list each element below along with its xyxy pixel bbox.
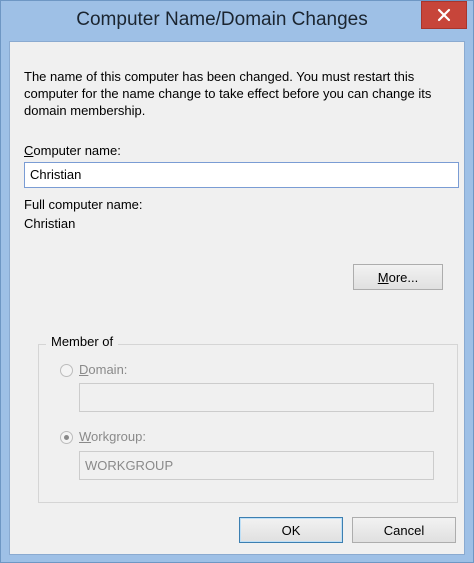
workgroup-input[interactable]: WORKGROUP [79,451,434,480]
domain-radio-label[interactable]: Domain: [79,362,127,377]
computer-name-input[interactable]: Christian [24,162,459,188]
close-button[interactable] [421,1,467,29]
domain-input[interactable] [79,383,434,412]
radio-selected-dot [64,435,69,440]
close-icon [437,8,451,22]
cancel-button[interactable]: Cancel [352,517,456,543]
more-button[interactable]: More... [353,264,443,290]
window-title: Computer Name/Domain Changes [76,9,368,30]
title-bar[interactable]: Computer Name/Domain Changes [1,1,473,41]
full-computer-name-value: Christian [24,216,76,231]
member-of-legend: Member of [46,334,119,349]
ok-button[interactable]: OK [239,517,343,543]
workgroup-radio-label[interactable]: Workgroup: [79,429,146,444]
computer-name-label: Computer name: [24,143,121,158]
workgroup-radio[interactable] [60,431,73,444]
domain-radio[interactable] [60,364,73,377]
dialog-body: The name of this computer has been chang… [9,41,465,555]
dialog-window: Computer Name/Domain Changes The name of… [0,0,474,563]
full-computer-name-label: Full computer name: [24,197,143,212]
restart-notice: The name of this computer has been chang… [24,69,432,118]
